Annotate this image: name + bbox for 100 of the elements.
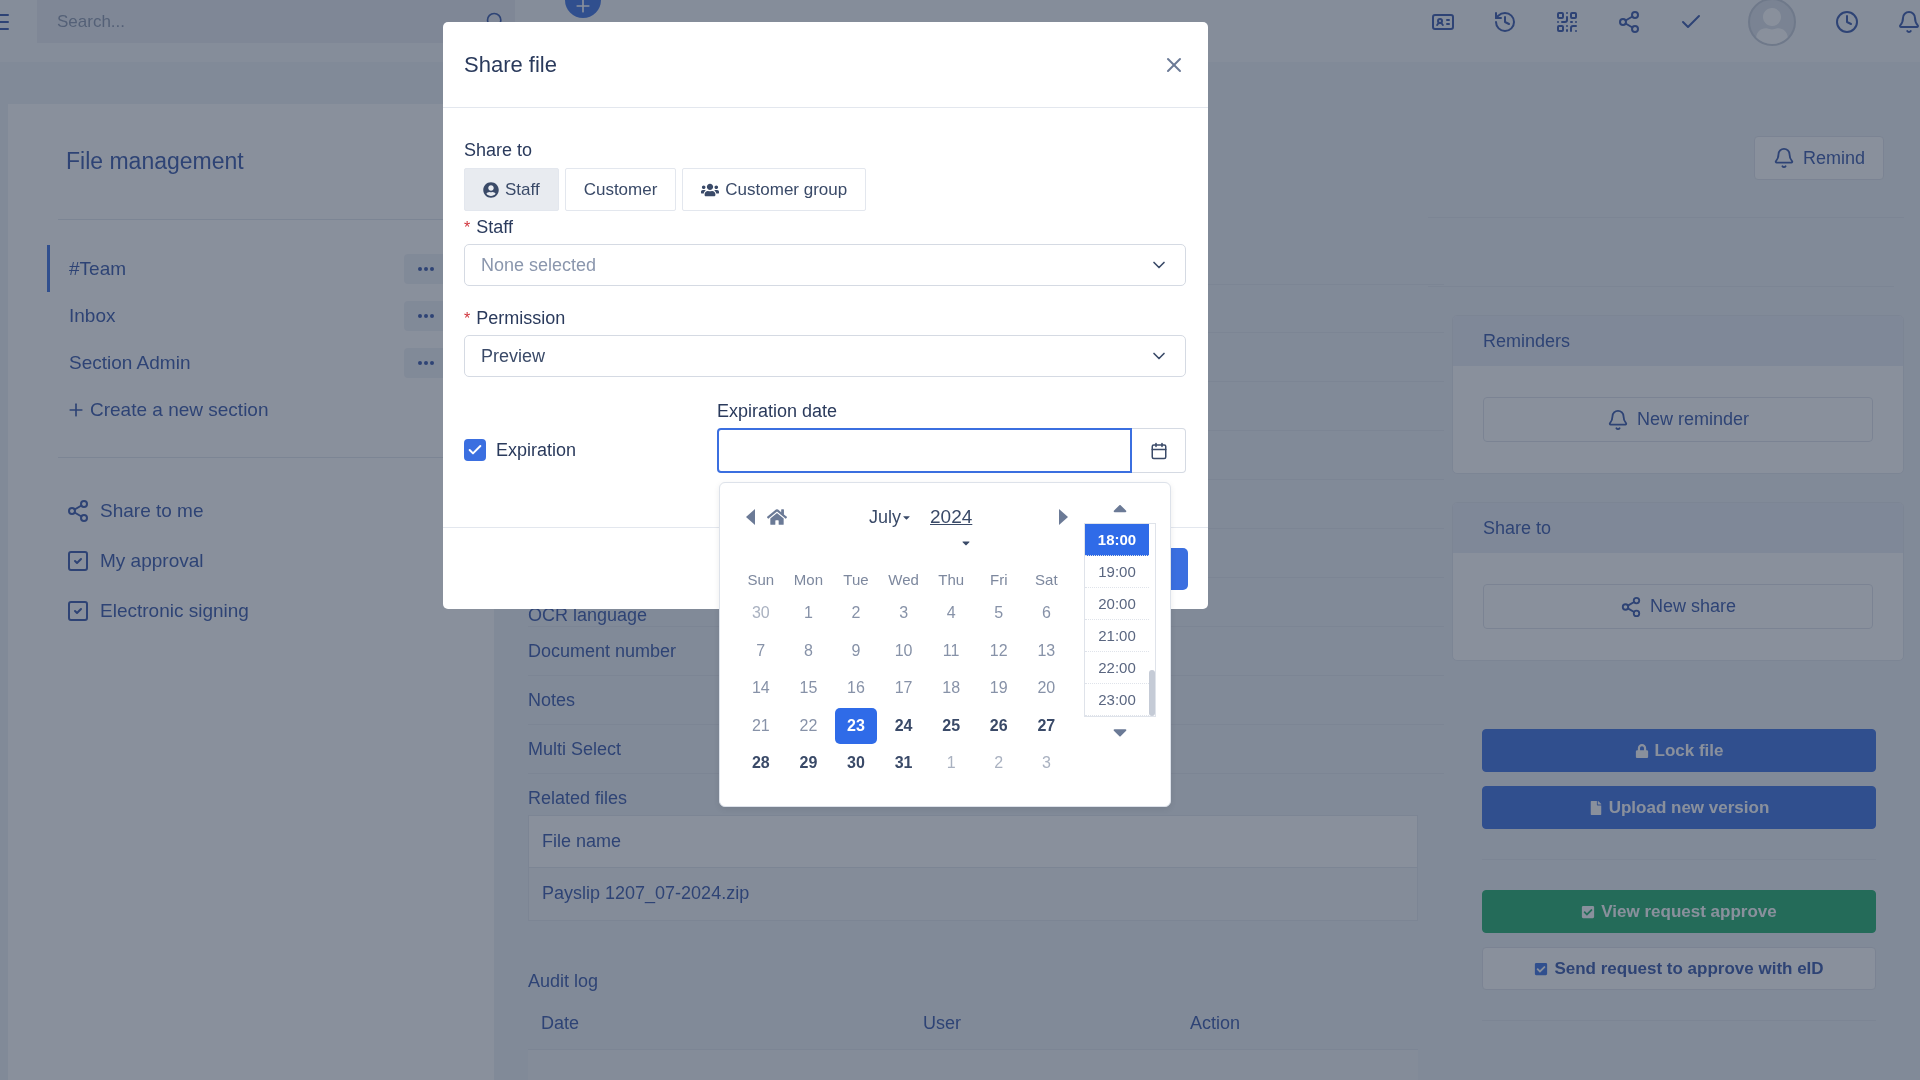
month-dropdown[interactable]: July bbox=[863, 505, 918, 529]
section-label: Inbox bbox=[69, 304, 116, 327]
user-icon bbox=[483, 181, 499, 198]
sidebar-link[interactable]: Share to me bbox=[66, 496, 494, 526]
new-share-button[interactable]: New share bbox=[1483, 584, 1873, 629]
calendar-day[interactable]: 29 bbox=[787, 745, 830, 781]
section-title: Related files bbox=[528, 788, 629, 809]
share-icon bbox=[66, 499, 90, 523]
calendar-day[interactable]: 13 bbox=[1025, 633, 1068, 669]
home-icon bbox=[767, 507, 787, 527]
history-icon[interactable] bbox=[1493, 10, 1517, 34]
sidebar-link[interactable]: Electronic signing bbox=[66, 596, 494, 626]
calendar-day[interactable]: 2 bbox=[977, 745, 1020, 781]
calendar-day[interactable]: 18 bbox=[930, 670, 972, 706]
weekday-label: Mon bbox=[792, 569, 824, 590]
file-icon bbox=[1588, 800, 1603, 815]
upload-version-button[interactable]: Upload new version bbox=[1482, 786, 1876, 829]
calendar-day[interactable]: 6 bbox=[1025, 595, 1068, 631]
calendar-day[interactable]: 3 bbox=[882, 595, 925, 631]
file-link[interactable]: Payslip 1207_07-2024.zip bbox=[542, 883, 750, 905]
weekday-label: Fri bbox=[989, 569, 1009, 590]
year-link[interactable]: 2024 bbox=[930, 506, 973, 528]
calendar-day[interactable]: 4 bbox=[930, 595, 972, 631]
bell-icon bbox=[1772, 147, 1795, 169]
calendar-day[interactable]: 31 bbox=[882, 745, 925, 781]
column-header: Date bbox=[541, 1013, 581, 1034]
field-label: Notes bbox=[528, 689, 576, 711]
checkbox-icon bbox=[66, 549, 90, 573]
ellipsis-icon bbox=[418, 266, 434, 271]
calendar-icon bbox=[1149, 441, 1168, 460]
calendar-day[interactable]: 21 bbox=[740, 708, 782, 744]
calendar-day[interactable]: 5 bbox=[977, 595, 1020, 631]
bell-icon bbox=[1606, 408, 1629, 431]
calendar-button[interactable] bbox=[1132, 428, 1186, 473]
section-label: Section Admin bbox=[69, 351, 191, 374]
send-request-button[interactable]: Send request to approve with eID bbox=[1482, 947, 1876, 990]
expiration-checkbox[interactable] bbox=[464, 439, 486, 461]
calendar-day[interactable]: 9 bbox=[835, 633, 877, 669]
remind-button[interactable]: Remind bbox=[1753, 136, 1884, 180]
section-label: #Team bbox=[69, 257, 127, 280]
share-target-tab[interactable]: Customer group bbox=[682, 168, 867, 211]
calendar-day[interactable]: 15 bbox=[787, 670, 830, 706]
calendar-day[interactable]: 26 bbox=[977, 708, 1020, 744]
field-label: Document number bbox=[528, 640, 677, 662]
calendar-day[interactable]: 1 bbox=[787, 595, 830, 631]
field-label: * Staff bbox=[464, 217, 514, 238]
calendar-day[interactable]: 22 bbox=[787, 708, 830, 744]
share-icon[interactable] bbox=[1617, 10, 1641, 34]
lock-file-button[interactable]: Lock file bbox=[1482, 729, 1876, 772]
card-title: Share to bbox=[1453, 503, 1903, 553]
date-input[interactable] bbox=[717, 428, 1132, 473]
calendar-day[interactable]: 30 bbox=[835, 745, 877, 781]
calendar-day[interactable]: 23 bbox=[835, 708, 877, 744]
calendar-day[interactable]: 11 bbox=[930, 633, 972, 669]
card-title: Reminders bbox=[1453, 316, 1903, 366]
scrollbar-thumb[interactable] bbox=[1149, 670, 1155, 716]
calendar-day[interactable]: 2 bbox=[835, 595, 877, 631]
bell-icon[interactable] bbox=[1897, 10, 1920, 34]
calendar-day[interactable]: 12 bbox=[977, 633, 1020, 669]
calendar-day[interactable]: 3 bbox=[1025, 745, 1068, 781]
calendar-day[interactable]: 7 bbox=[740, 633, 782, 669]
share-target-tab[interactable]: Staff bbox=[464, 168, 559, 211]
staff-select[interactable]: None selected bbox=[464, 244, 1186, 286]
dialog-title: Share file bbox=[464, 51, 557, 78]
time-option[interactable]: 18:00 bbox=[1085, 524, 1149, 556]
clock-icon[interactable] bbox=[1835, 10, 1859, 34]
calendar-day[interactable]: 28 bbox=[740, 745, 782, 781]
ellipsis-icon bbox=[418, 313, 434, 318]
weekday-label: Wed bbox=[887, 569, 920, 590]
calendar-day[interactable]: 14 bbox=[740, 670, 782, 706]
column-header: Action bbox=[1190, 1013, 1242, 1034]
calendar-day[interactable]: 19 bbox=[977, 670, 1020, 706]
create-section-link[interactable]: Create a new section bbox=[58, 386, 494, 433]
calendar-day[interactable]: 24 bbox=[882, 708, 925, 744]
calendar-day[interactable]: 30 bbox=[740, 595, 782, 631]
checkbox-icon bbox=[1581, 904, 1596, 919]
field-label: Multi Select bbox=[528, 738, 622, 760]
share-target-tab[interactable]: Customer bbox=[564, 168, 677, 211]
weekday-label: Sun bbox=[746, 569, 776, 590]
sidebar-link[interactable]: My approval bbox=[66, 546, 494, 576]
checkbox-icon bbox=[66, 599, 90, 623]
calendar-day[interactable]: 16 bbox=[835, 670, 877, 706]
qr-code-icon[interactable] bbox=[1555, 10, 1579, 34]
calendar-day[interactable]: 25 bbox=[930, 708, 972, 744]
ellipsis-icon bbox=[418, 360, 434, 365]
calendar-day[interactable]: 27 bbox=[1025, 708, 1068, 744]
column-header: User bbox=[923, 1013, 962, 1034]
weekday-label: Thu bbox=[937, 569, 966, 590]
new-reminder-button[interactable]: New reminder bbox=[1483, 397, 1873, 442]
column-header: File name bbox=[542, 831, 622, 852]
permission-select[interactable]: Preview bbox=[464, 335, 1186, 377]
weekday-label: Tue bbox=[842, 569, 870, 590]
calendar-day[interactable]: 1 bbox=[930, 745, 972, 781]
calendar-day[interactable]: 17 bbox=[882, 670, 925, 706]
field-label: Expiration date bbox=[717, 401, 839, 422]
calendar-day[interactable]: 20 bbox=[1025, 670, 1068, 706]
calendar-day[interactable]: 8 bbox=[787, 633, 830, 669]
view-request-button[interactable]: View request approve bbox=[1482, 890, 1876, 933]
calendar-day[interactable]: 10 bbox=[882, 633, 925, 669]
field-label: Share to bbox=[464, 140, 534, 161]
